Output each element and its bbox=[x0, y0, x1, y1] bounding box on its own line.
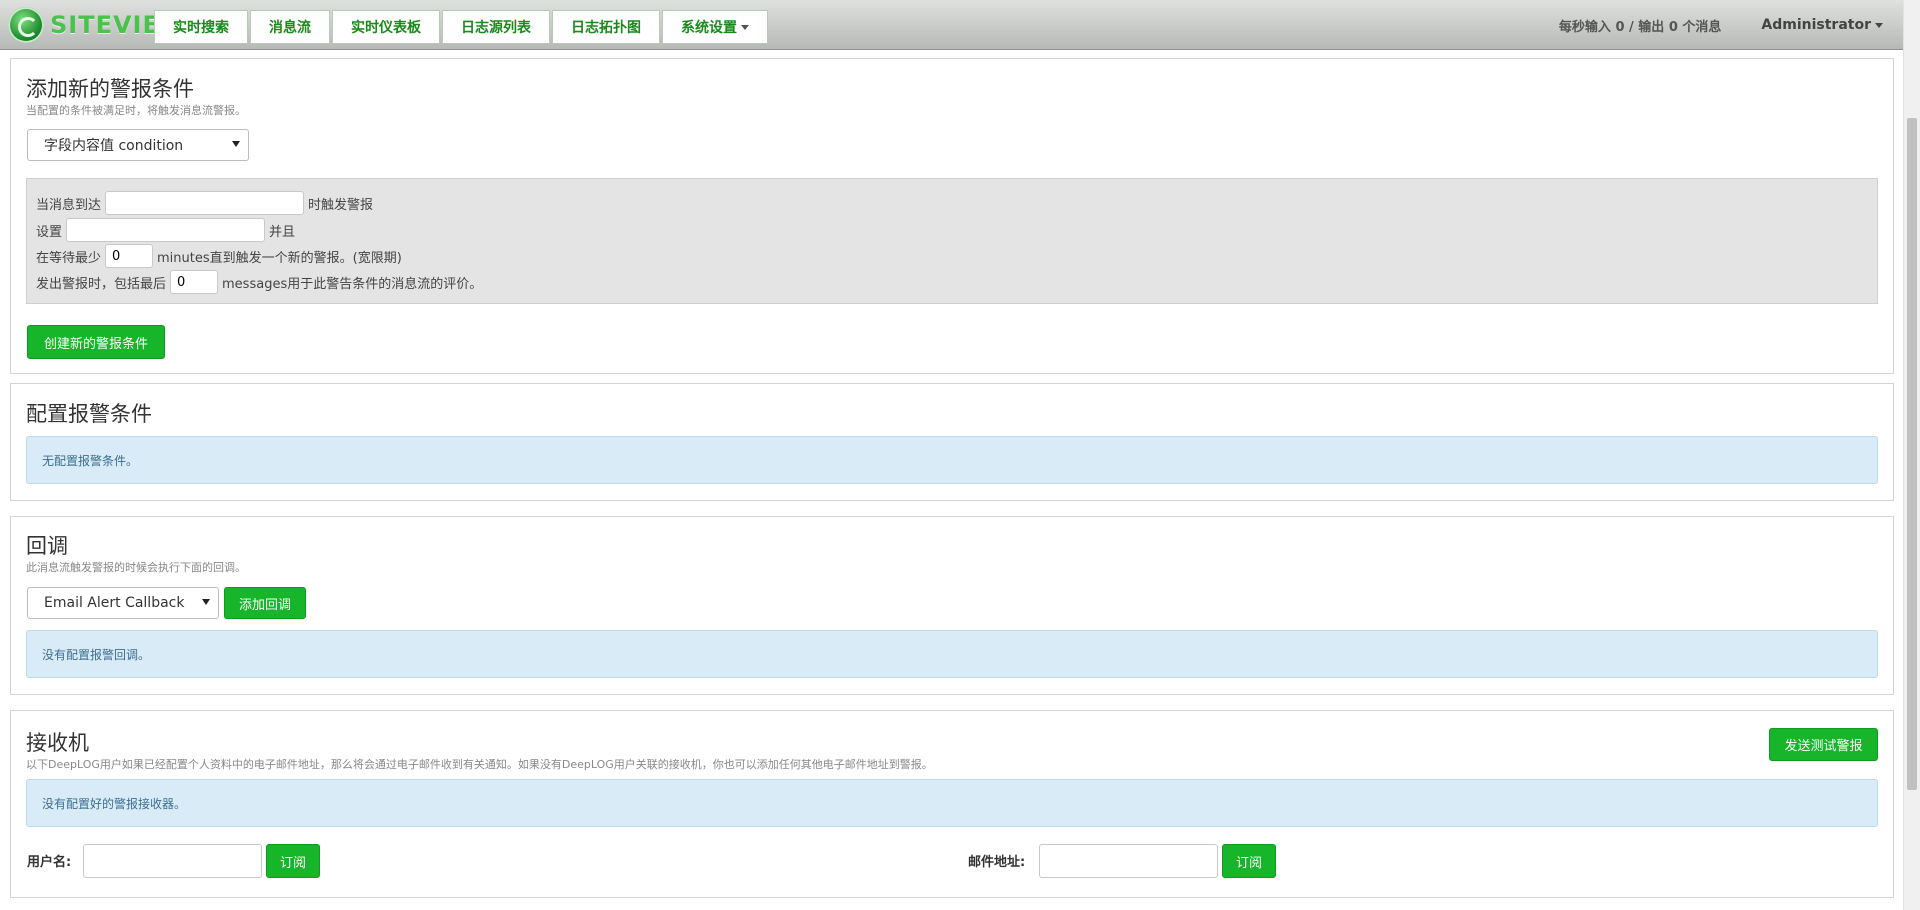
grace-period-input[interactable] bbox=[105, 244, 154, 268]
receivers-panel: 接收机 以下DeepLOG用户如果已经配置个人资料中的电子邮件地址，那么将会通过… bbox=[10, 710, 1894, 898]
nav-item-label: 日志源列表 bbox=[461, 20, 531, 36]
nav-item-realtime-search[interactable]: 实时搜索 bbox=[154, 10, 248, 44]
throughput-status: 每秒输入 0 / 输出 0 个消息 bbox=[1558, 19, 1722, 35]
panel-description: 以下DeepLOG用户如果已经配置个人资料中的电子邮件地址，那么将会通过电子邮件… bbox=[26, 758, 933, 771]
nav-item-dashboards[interactable]: 实时仪表板 bbox=[332, 10, 440, 44]
select-value: Email Alert Callback bbox=[44, 595, 185, 611]
panel-title: 回调 bbox=[26, 534, 68, 558]
dropdown-arrow-icon bbox=[202, 599, 210, 605]
nav-item-log-topology[interactable]: 日志拓扑图 bbox=[552, 10, 660, 44]
field-label: 并且 bbox=[269, 224, 296, 240]
nav-item-streams[interactable]: 消息流 bbox=[250, 10, 330, 44]
subscribe-user-button[interactable]: 订阅 bbox=[266, 844, 320, 878]
send-test-alert-button[interactable]: 发送测试警报 bbox=[1769, 728, 1878, 761]
condition-type-select[interactable]: 字段内容值 condition bbox=[27, 129, 249, 161]
field-label: minutes直到触发一个新的警报。(宽限期) bbox=[157, 250, 402, 266]
user-name: Administrator bbox=[1761, 17, 1871, 33]
panel-title: 配置报警条件 bbox=[26, 402, 152, 426]
create-alert-condition-button[interactable]: 创建新的警报条件 bbox=[27, 325, 165, 359]
page-scrollbar[interactable] bbox=[1903, 0, 1920, 910]
field-label: 设置 bbox=[36, 224, 63, 240]
select-value: 字段内容值 condition bbox=[44, 138, 184, 154]
subscribe-email-button[interactable]: 订阅 bbox=[1222, 844, 1276, 878]
siteview-logo-icon bbox=[8, 7, 44, 43]
no-conditions-notice: 无配置报警条件。 bbox=[26, 436, 1878, 484]
username-input[interactable] bbox=[83, 844, 262, 878]
field-label: 在等待最少 bbox=[36, 250, 102, 266]
scrollbar-thumb[interactable] bbox=[1907, 118, 1917, 790]
field-label: messages用于此警告条件的消息流的评价。 bbox=[222, 276, 483, 292]
field-label: 发出警报时，包括最后 bbox=[36, 276, 167, 292]
message-backlog-input[interactable] bbox=[170, 270, 219, 294]
user-menu[interactable]: Administrator bbox=[1761, 17, 1883, 33]
field-label: 时触发警报 bbox=[308, 197, 374, 213]
configured-conditions-panel: 配置报警条件 无配置报警条件。 bbox=[10, 383, 1894, 501]
panel-description: 此消息流触发警报的时候会执行下面的回调。 bbox=[26, 561, 246, 574]
nav-item-system-settings[interactable]: 系统设置 bbox=[662, 10, 768, 44]
panel-title: 添加新的警报条件 bbox=[26, 77, 194, 101]
top-navbar: SITEVIEW 实时搜索 消息流 实时仪表板 日志源列表 日志拓扑图 系统设置… bbox=[0, 0, 1903, 50]
add-callback-button[interactable]: 添加回调 bbox=[224, 587, 306, 619]
no-receivers-notice: 没有配置好的警报接收器。 bbox=[26, 779, 1878, 827]
add-alert-condition-panel: 添加新的警报条件 当配置的条件被满足时，将触发消息流警报。 字段内容值 cond… bbox=[10, 58, 1894, 374]
username-label: 用户名: bbox=[27, 855, 72, 870]
callbacks-panel: 回调 此消息流触发警报的时候会执行下面的回调。 Email Alert Call… bbox=[10, 516, 1894, 695]
panel-title: 接收机 bbox=[26, 731, 89, 755]
chevron-down-icon bbox=[1875, 22, 1883, 28]
nav-item-log-sources[interactable]: 日志源列表 bbox=[442, 10, 550, 44]
message-arrival-input[interactable] bbox=[105, 191, 305, 215]
main-nav: 实时搜索 消息流 实时仪表板 日志源列表 日志拓扑图 系统设置 bbox=[154, 10, 770, 44]
no-callbacks-notice: 没有配置报警回调。 bbox=[26, 630, 1878, 678]
callback-type-select[interactable]: Email Alert Callback bbox=[27, 587, 219, 619]
setting-input[interactable] bbox=[66, 218, 266, 242]
nav-item-label: 实时搜索 bbox=[173, 20, 229, 36]
chevron-down-icon bbox=[741, 24, 749, 30]
email-input[interactable] bbox=[1039, 844, 1218, 878]
condition-form: 当消息到达 时触发警报 设置 并且 在等待最少 minutes直到触发一个新的警… bbox=[26, 178, 1878, 304]
panel-description: 当配置的条件被满足时，将触发消息流警报。 bbox=[26, 104, 246, 117]
email-label: 邮件地址: bbox=[968, 855, 1026, 870]
dropdown-arrow-icon bbox=[232, 141, 240, 147]
field-label: 当消息到达 bbox=[36, 197, 102, 213]
nav-item-label: 系统设置 bbox=[681, 20, 737, 36]
nav-item-label: 日志拓扑图 bbox=[571, 20, 641, 36]
nav-item-label: 实时仪表板 bbox=[351, 20, 421, 36]
nav-item-label: 消息流 bbox=[269, 20, 311, 36]
